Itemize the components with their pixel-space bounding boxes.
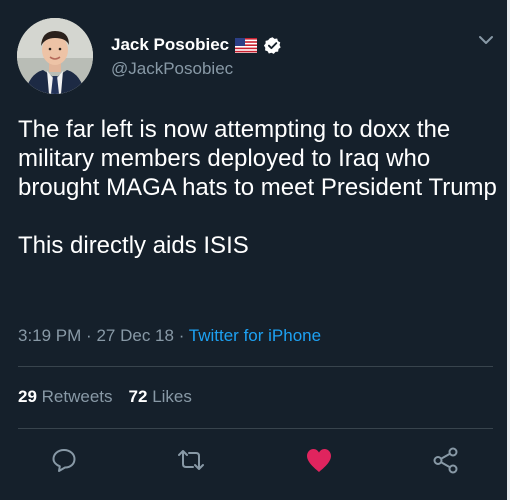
reply-icon [52, 449, 76, 472]
retweets-label: Retweets [41, 387, 113, 406]
retweet-button[interactable] [175, 445, 205, 475]
author-handle[interactable]: @JackPosobiec [111, 59, 233, 79]
tweet-time: 3:19 PM [18, 326, 82, 345]
likes-count: 72 [128, 387, 148, 406]
reply-button[interactable] [49, 445, 79, 475]
tweet-text: The far left is now attempting to doxx t… [18, 115, 498, 260]
tweet-meta: 3:19 PM · 27 Dec 18 · Twitter for iPhone [18, 326, 321, 346]
share-icon [433, 447, 458, 474]
tweet-date: 27 Dec 18 [96, 326, 174, 345]
author-name-row: Jack Posobiec [111, 34, 282, 56]
like-button[interactable] [304, 445, 334, 475]
avatar[interactable] [17, 18, 93, 94]
tweet-card: Jack Posobiec @JackPosobiec The far left… [0, 0, 510, 500]
heart-icon [307, 449, 331, 472]
tweet-paragraph: The far left is now attempting to doxx t… [18, 116, 497, 201]
avatar-image [17, 18, 93, 94]
likes-label: Likes [152, 387, 192, 406]
share-button[interactable] [431, 445, 461, 475]
us-flag-icon [235, 37, 258, 53]
retweets-stat[interactable]: 29 Retweets [18, 387, 113, 407]
likes-stat[interactable]: 72 Likes [129, 387, 192, 407]
tweet-source-link[interactable]: Twitter for iPhone [189, 326, 321, 345]
retweet-icon [178, 450, 204, 470]
tweet-stats: 29 Retweets 72 Likes [18, 387, 192, 407]
chevron-down-icon[interactable] [476, 30, 496, 50]
tweet-actions [0, 445, 510, 481]
divider [18, 366, 493, 367]
divider [18, 428, 493, 429]
verified-badge-icon [263, 36, 282, 55]
meta-separator: · [178, 326, 185, 345]
meta-separator: · [86, 326, 92, 345]
retweets-count: 29 [18, 387, 37, 406]
tweet-paragraph: This directly aids ISIS [18, 232, 249, 259]
display-name[interactable]: Jack Posobiec [111, 35, 229, 55]
